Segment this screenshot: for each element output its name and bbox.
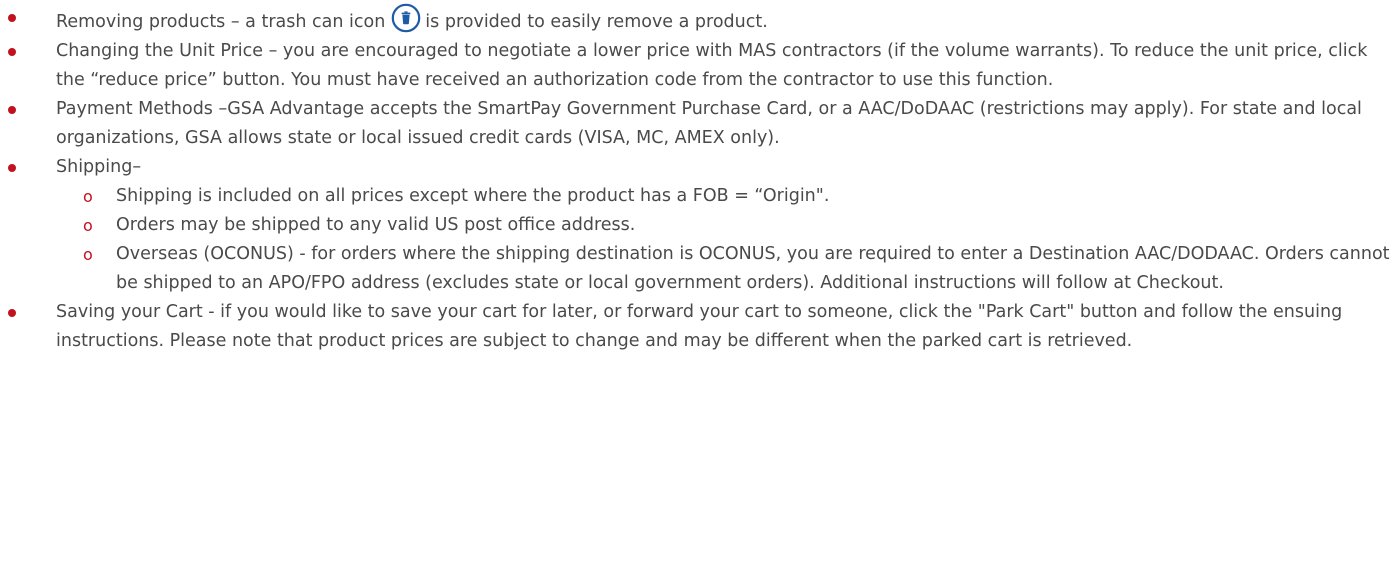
bullet (8, 48, 16, 56)
instructions-page: Removing products – a trash can icon is … (0, 0, 1390, 356)
bullet (8, 106, 16, 114)
shipping-subitem-text: Shipping is included on all prices excep… (116, 186, 830, 206)
instructions-list-continued: Saving your Cart - if you would like to … (0, 298, 1390, 356)
instructions-list: Removing products – a trash can icon is … (0, 3, 1390, 182)
payment-methods-text: Payment Methods –GSA Advantage accepts t… (56, 99, 1362, 148)
list-item-saving-cart: Saving your Cart - if you would like to … (0, 298, 1390, 356)
bullet (8, 14, 16, 22)
shipping-subitem-addresses: o Orders may be shipped to any valid US … (56, 211, 1390, 240)
shipping-sublist: o Shipping is included on all prices exc… (0, 182, 1390, 298)
unit-price-text: Changing the Unit Price – you are encour… (56, 41, 1368, 90)
removing-text-after: is provided to easily remove a product. (425, 12, 768, 32)
list-item-payment-methods: Payment Methods –GSA Advantage accepts t… (0, 95, 1390, 153)
trash-can-icon (391, 3, 421, 33)
shipping-subitem-included: o Shipping is included on all prices exc… (56, 182, 1390, 211)
bullet (8, 309, 16, 317)
sub-bullet: o (83, 216, 93, 235)
shipping-subitem-overseas: o Overseas (OCONUS) - for orders where t… (56, 240, 1390, 298)
sub-bullet: o (83, 245, 93, 264)
shipping-subitem-text: Orders may be shipped to any valid US po… (116, 215, 636, 235)
saving-cart-text: Saving your Cart - if you would like to … (56, 302, 1343, 351)
list-item-unit-price: Changing the Unit Price – you are encour… (0, 37, 1390, 95)
removing-text-before: Removing products – a trash can icon (56, 12, 386, 32)
sub-bullet: o (83, 187, 93, 206)
shipping-subitem-text: Overseas (OCONUS) - for orders where the… (116, 244, 1390, 293)
shipping-label: Shipping– (56, 157, 142, 177)
list-item-shipping: Shipping– (0, 153, 1390, 182)
list-item-removing-products: Removing products – a trash can icon is … (0, 3, 1390, 37)
bullet (8, 164, 16, 172)
